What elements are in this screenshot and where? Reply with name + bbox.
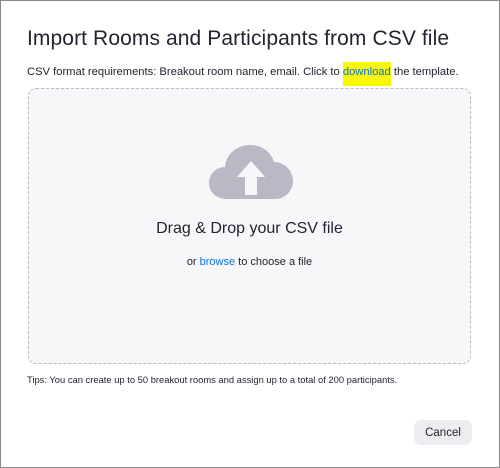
download-template-link[interactable]: download: [342, 62, 391, 86]
drop-title: Drag & Drop your CSV file: [156, 220, 343, 237]
tips-text: Tips: You can create up to 50 breakout r…: [27, 374, 398, 385]
cloud-upload-icon: [209, 145, 293, 199]
browse-link[interactable]: browse: [200, 256, 235, 268]
csv-dropzone[interactable]: Drag & Drop your CSV file or browse to c…: [28, 88, 471, 364]
requirements-prefix: CSV format requirements: Breakout room n…: [27, 66, 343, 78]
import-csv-dialog: Import Rooms and Participants from CSV f…: [0, 0, 500, 468]
dialog-title: Import Rooms and Participants from CSV f…: [27, 27, 450, 50]
requirements-suffix: the template.: [390, 66, 459, 78]
drop-sub-suffix: to choose a file: [235, 256, 313, 268]
drop-sub-prefix: or: [186, 256, 200, 268]
drop-subtitle: or browse to choose a file: [29, 256, 470, 268]
csv-requirements-text: CSV format requirements: Breakout room n…: [27, 62, 459, 86]
cancel-button[interactable]: Cancel: [414, 420, 472, 445]
